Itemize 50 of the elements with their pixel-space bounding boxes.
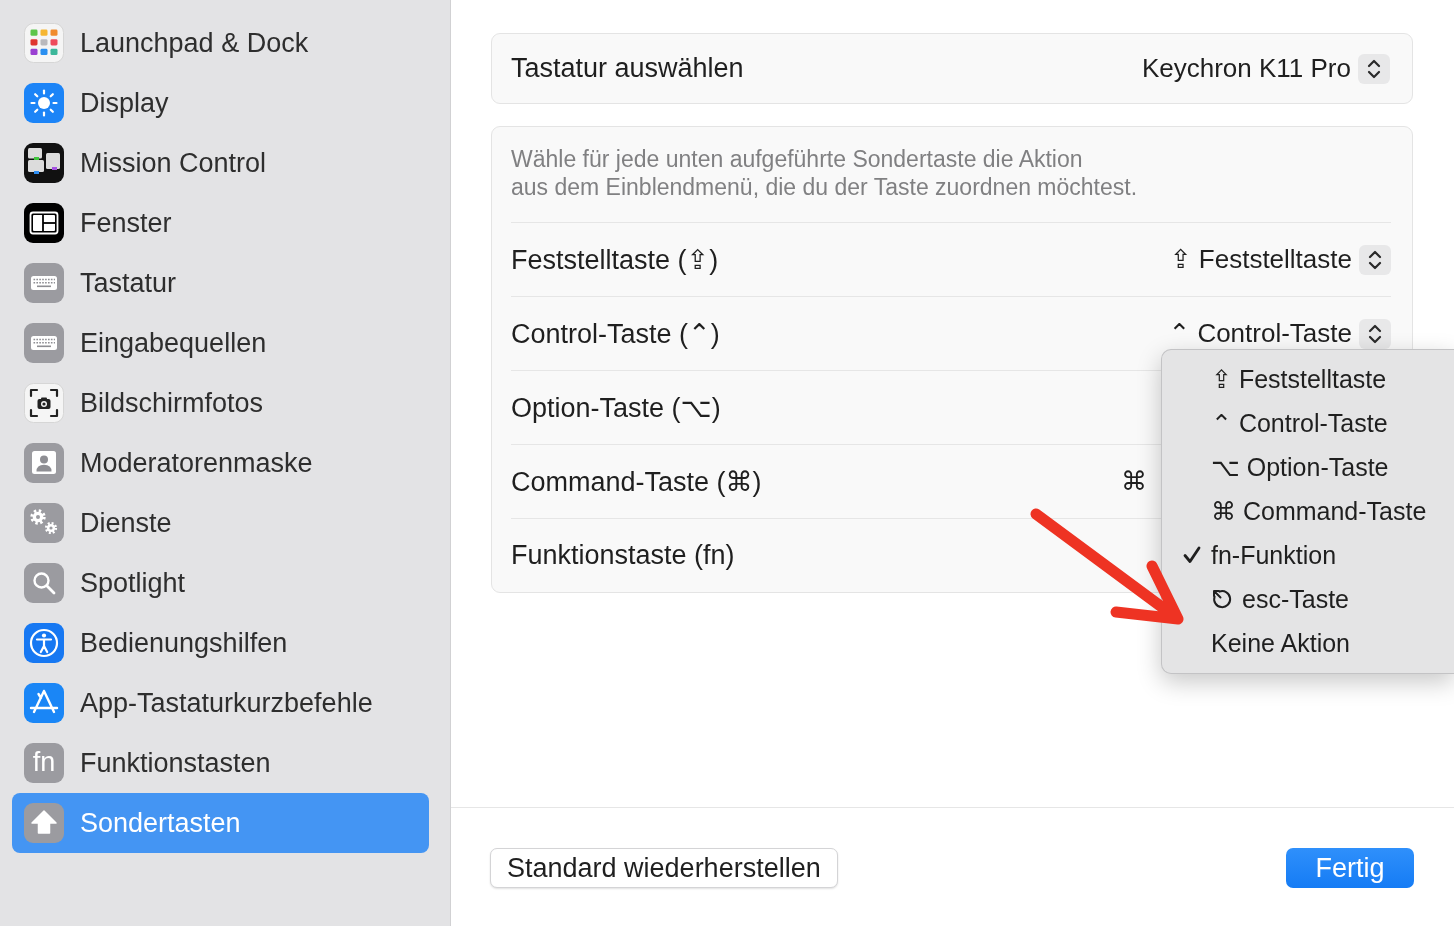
key-label: Funktionstaste (fn): [511, 540, 735, 571]
sidebar-item[interactable]: Bildschirmfotos: [12, 373, 429, 433]
sidebar-item[interactable]: Bedienungshilfen: [12, 613, 429, 673]
sun-icon: [24, 83, 64, 123]
sidebar-item[interactable]: Display: [12, 73, 429, 133]
popup-button[interactable]: Keychron K11 Pro: [1141, 53, 1390, 84]
sidebar-item[interactable]: Launchpad & Dock: [12, 13, 429, 73]
accessibility-icon: [24, 623, 64, 663]
camera-icon: [24, 383, 64, 423]
search-icon: [24, 563, 64, 603]
sidebar-item[interactable]: Moderatorenmaske: [12, 433, 429, 493]
stepper-icon: [1358, 53, 1390, 84]
sidebar-item[interactable]: Fenster: [12, 193, 429, 253]
sidebar-item[interactable]: Dienste: [12, 493, 429, 553]
checkmark-icon: [1183, 546, 1201, 564]
key-label: Feststelltaste (⇪): [511, 243, 719, 276]
gears-icon: [24, 503, 64, 543]
window-layout-icon: [24, 203, 64, 243]
stepper-icon: [1359, 244, 1391, 275]
menu-item[interactable]: ⌘ Command-Taste: [1183, 489, 1454, 533]
letter-a-icon: [24, 683, 64, 723]
sidebar-item[interactable]: Tastatur: [12, 253, 429, 313]
field-label: Tastatur auswählen: [511, 53, 744, 84]
app-grid-icon: [24, 23, 64, 63]
key-label: Control-Taste (⌃): [511, 317, 720, 350]
key-label: Command-Taste (⌘): [511, 465, 762, 498]
menu-item[interactable]: ⇪ Feststelltaste: [1183, 357, 1454, 401]
menu-item[interactable]: ⌥ Option-Taste: [1183, 445, 1454, 489]
keyboard-icon: [24, 263, 64, 303]
sidebar-item[interactable]: fn Funktionstasten: [12, 733, 429, 793]
menu-item[interactable]: esc-Taste: [1183, 577, 1454, 621]
fn-key-icon: fn: [24, 743, 64, 783]
sidebar-item[interactable]: Spotlight: [12, 553, 429, 613]
restore-defaults-button[interactable]: Standard wiederherstellen: [490, 848, 838, 888]
sidebar-item[interactable]: Eingabequellen: [12, 313, 429, 373]
sidebar-item[interactable]: App-Tastaturkurzbefehle: [12, 673, 429, 733]
key-label: Option-Taste (⌥): [511, 391, 721, 424]
menu-item[interactable]: ⌃ Control-Taste: [1183, 401, 1454, 445]
popup-button[interactable]: ⌃ Control-Taste: [1168, 318, 1391, 349]
popup-button[interactable]: ⇪ Feststelltaste: [1169, 244, 1391, 275]
sidebar-item[interactable]: Mission Control: [12, 133, 429, 193]
description-text: Wähle für jede unten aufgeführte Sondertaste die Aktion aus dem Einblendmenü, die du der Taste zuordnen möchtest.: [511, 145, 1139, 202]
menu-item[interactable]: fn-Funktion: [1183, 533, 1454, 577]
keyboard-icon: [24, 323, 64, 363]
done-button[interactable]: Fertig: [1286, 848, 1414, 888]
person-card-icon: [24, 443, 64, 483]
menu-item[interactable]: Keine Aktion: [1183, 621, 1454, 665]
windows-icon: [24, 143, 64, 183]
popup-button[interactable]: ⌘: [1121, 466, 1147, 497]
escape-icon: [1211, 588, 1233, 610]
